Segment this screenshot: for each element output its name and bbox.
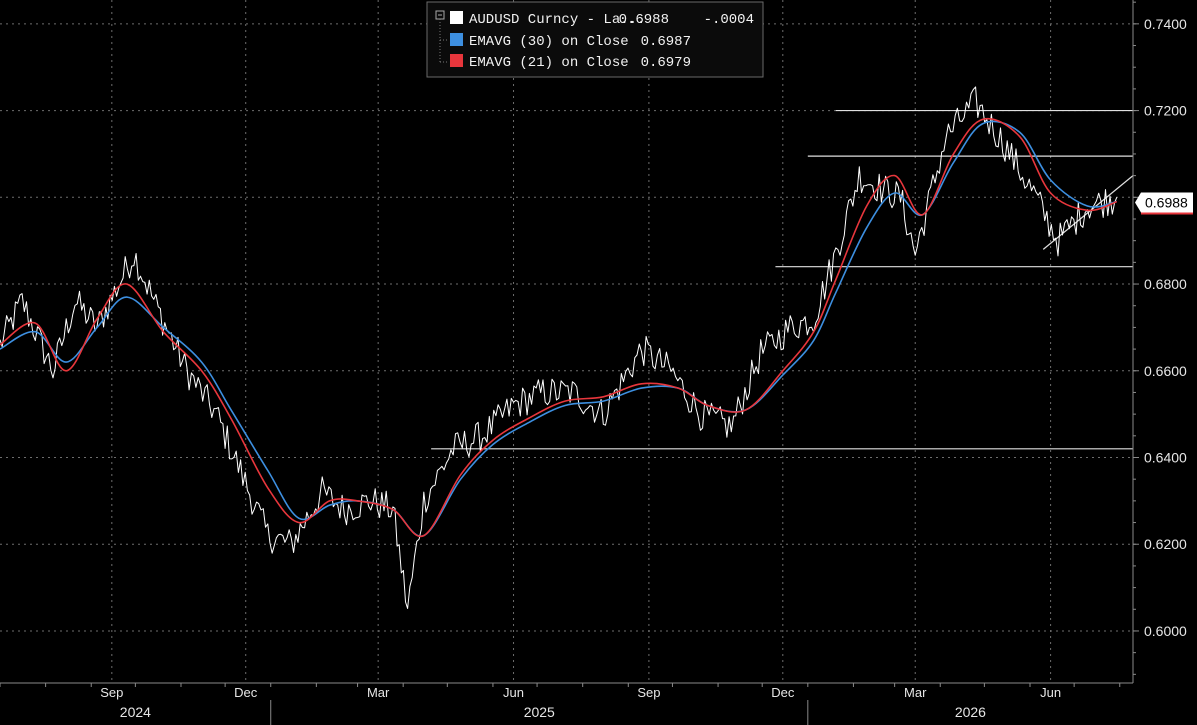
legend-value-audusd: 0.6988 [619, 12, 669, 28]
y-tick-label: 0.7400 [1144, 16, 1187, 32]
x-month-label: Mar [367, 685, 390, 700]
x-month-label: Sep [100, 685, 123, 700]
y-tick-label: 0.6000 [1144, 623, 1187, 639]
legend-box: AUDUSD Curncy - La... 0.6988 -.0004 EMAV… [426, 1, 764, 78]
x-year-label: 2025 [524, 704, 555, 720]
chart-root: 0.60000.62000.64000.66000.68000.70000.72… [0, 0, 1197, 725]
y-tick-label: 0.6600 [1144, 363, 1187, 379]
legend-swatch-emavg21 [450, 54, 463, 67]
legend-value-emavg21: 0.6979 [641, 55, 691, 71]
y-tick-label: 0.6200 [1144, 536, 1187, 552]
x-month-label: Dec [771, 685, 795, 700]
y-tick-label: 0.6400 [1144, 450, 1187, 466]
x-month-label: Jun [503, 685, 524, 700]
y-tick-label: 0.6800 [1144, 276, 1187, 292]
x-year-label: 2026 [955, 704, 986, 720]
x-month-label: Sep [637, 685, 660, 700]
legend-label-emavg30: EMAVG (30) on Close [469, 34, 629, 50]
x-month-label: Jun [1040, 685, 1061, 700]
x-month-label: Dec [234, 685, 258, 700]
legend-swatch-emavg30 [450, 33, 463, 46]
legend-value-emavg30: 0.6987 [641, 34, 691, 50]
audusd-chart: 0.60000.62000.64000.66000.68000.70000.72… [0, 0, 1197, 725]
legend-change-audusd: -.0004 [704, 12, 754, 28]
x-year-label: 2024 [120, 704, 151, 720]
x-month-label: Mar [904, 685, 927, 700]
last-price-label: 0.6988 [1145, 195, 1188, 211]
y-tick-label: 0.7200 [1144, 103, 1187, 119]
legend-swatch-audusd [450, 11, 463, 24]
last-price-marker: 0.6988 [1135, 192, 1193, 215]
legend-label-emavg21: EMAVG (21) on Close [469, 55, 629, 71]
